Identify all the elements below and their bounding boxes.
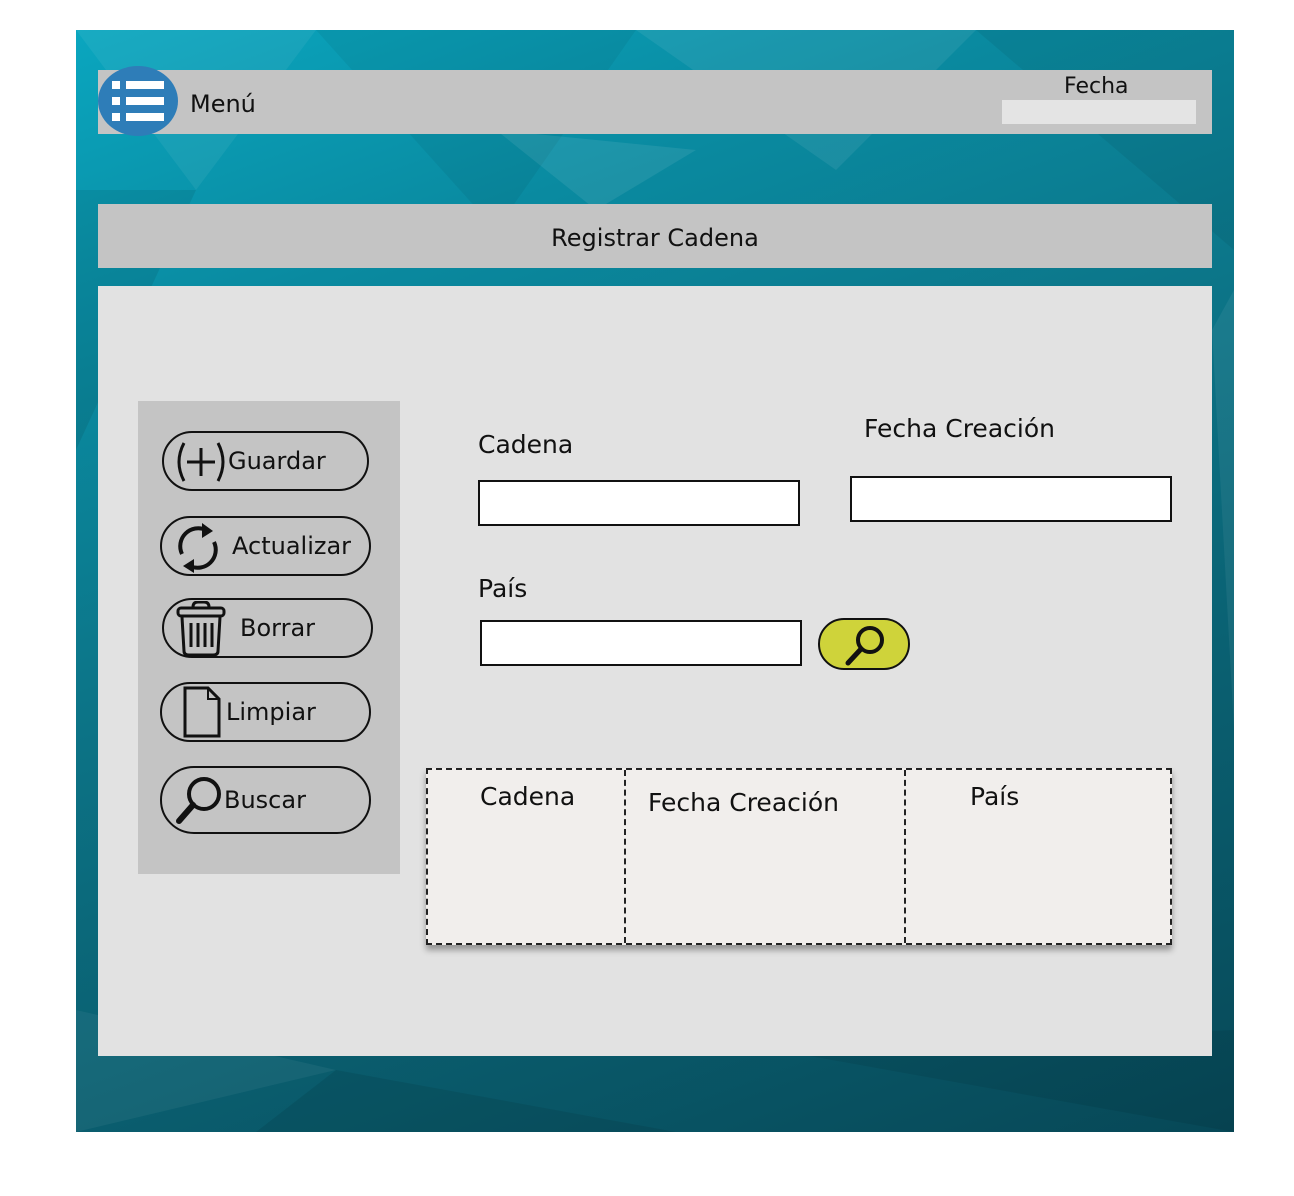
column-header-pais[interactable]: País	[970, 782, 1019, 811]
fecha-creacion-label: Fecha Creación	[864, 414, 1055, 443]
update-label: Actualizar	[232, 532, 352, 560]
date-label: Fecha	[1064, 74, 1129, 99]
save-button[interactable]: Guardar	[162, 431, 369, 491]
trash-icon	[176, 601, 226, 657]
column-header-cadena[interactable]: Cadena	[480, 782, 575, 811]
app-window: Menú Fecha Registrar Cadena Guardar Actu…	[76, 30, 1234, 1132]
main-panel: Guardar Actualizar Borrar Limpiar Buscar…	[98, 286, 1212, 1056]
column-divider	[624, 770, 626, 943]
document-icon	[183, 686, 221, 738]
pais-search-button[interactable]	[818, 618, 910, 670]
save-label: Guardar	[228, 447, 326, 475]
clear-button[interactable]: Limpiar	[160, 682, 371, 742]
page-title: Registrar Cadena	[551, 224, 759, 252]
search-button[interactable]: Buscar	[160, 766, 371, 834]
cadena-label: Cadena	[478, 430, 574, 459]
date-field[interactable]	[1002, 100, 1196, 124]
top-bar: Menú Fecha	[98, 66, 1212, 136]
search-label: Buscar	[224, 786, 306, 814]
fecha-creacion-input[interactable]	[850, 476, 1172, 522]
search-icon	[176, 777, 221, 824]
clear-label: Limpiar	[226, 698, 316, 726]
menu-button[interactable]	[98, 66, 178, 136]
pais-input[interactable]	[480, 620, 802, 666]
actions-sidebar: Guardar Actualizar Borrar Limpiar Buscar	[138, 401, 400, 874]
search-icon	[845, 626, 884, 666]
menu-label: Menú	[190, 90, 256, 118]
update-button[interactable]: Actualizar	[160, 516, 371, 576]
column-header-fecha-creacion[interactable]: Fecha Creación	[648, 788, 839, 817]
delete-label: Borrar	[240, 614, 316, 642]
title-bar: Registrar Cadena	[98, 204, 1212, 268]
pais-label: País	[478, 574, 528, 603]
plus-circle-icon	[177, 442, 225, 482]
refresh-icon	[178, 523, 218, 573]
list-menu-icon	[112, 81, 164, 121]
cadena-input[interactable]	[478, 480, 800, 526]
delete-button[interactable]: Borrar	[162, 598, 373, 658]
results-table: Cadena Fecha Creación País	[426, 768, 1172, 945]
column-divider	[904, 770, 906, 943]
